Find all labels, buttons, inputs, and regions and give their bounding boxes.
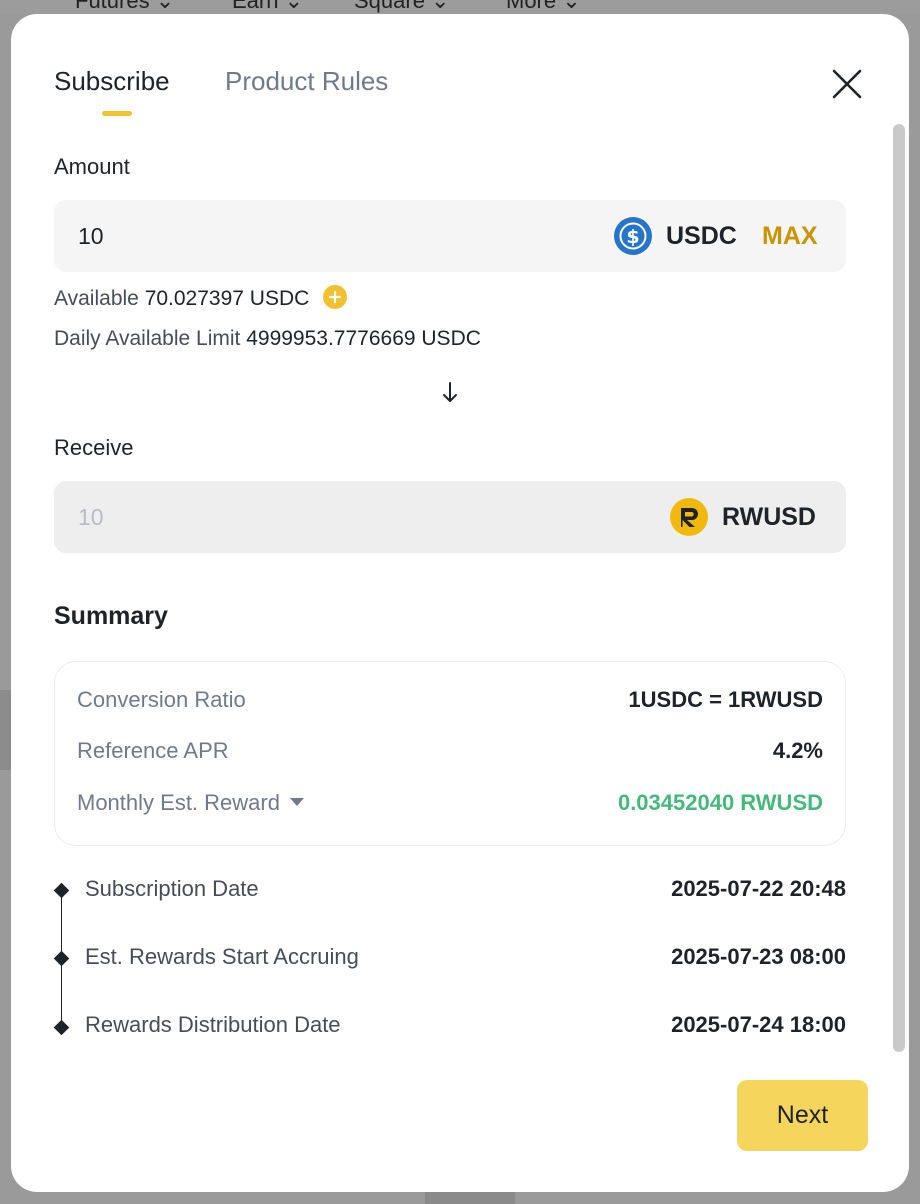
tab-product-rules[interactable]: Product Rules (225, 66, 388, 97)
usdc-coin-icon: $ (614, 217, 652, 255)
monthly-reward-label[interactable]: Monthly Est. Reward (77, 790, 304, 816)
subscription-date-value: 2025-07-22 20:48 (671, 876, 846, 901)
reference-apr-label: Reference APR (77, 738, 229, 763)
timeline-dot (53, 1019, 70, 1036)
summary-row-reward: Monthly Est. Reward 0.03452040 RWUSD (77, 790, 823, 820)
arrow-down-icon (443, 382, 457, 402)
distribution-date-label: Rewards Distribution Date (85, 1012, 341, 1037)
amount-coin-name: USDC (666, 222, 737, 250)
available-value: 70.027397 USDC (144, 287, 310, 310)
close-icon[interactable] (829, 66, 865, 102)
bg-nav-more: More ⌄ (506, 0, 581, 13)
available-label: Available (54, 287, 139, 310)
subscribe-modal: Subscribe Product Rules Amount $ USDC MA… (11, 14, 909, 1192)
caret-down-icon[interactable] (289, 798, 304, 807)
summary-title: Summary (54, 602, 168, 630)
background-nav: Futures ⌄ Earn ⌄ Square ⌄ More ⌄ (0, 0, 920, 14)
timeline-row-subscription: Subscription Date 2025-07-22 20:48 (85, 876, 846, 906)
distribution-date-value: 2025-07-24 18:00 (671, 1012, 846, 1037)
rewards-accruing-value: 2025-07-23 08:00 (671, 944, 846, 969)
amount-label: Amount (54, 154, 130, 179)
daily-limit-value: 4999953.7776669 USDC (246, 327, 481, 350)
svg-text:$: $ (626, 226, 639, 248)
amount-field: $ USDC MAX (54, 200, 846, 272)
summary-row-conversion: Conversion Ratio 1USDC = 1RWUSD (77, 687, 823, 717)
subscription-date-label: Subscription Date (85, 876, 259, 901)
summary-box: Conversion Ratio 1USDC = 1RWUSD Referenc… (54, 661, 846, 846)
monthly-reward-label-text: Monthly Est. Reward (77, 790, 280, 815)
receive-coin-name: RWUSD (722, 503, 816, 531)
timeline-dot (53, 882, 70, 899)
timeline-dot (53, 950, 70, 967)
receive-field: 10 RWUSD (54, 481, 846, 553)
timeline-row-distribution: Rewards Distribution Date 2025-07-24 18:… (85, 1012, 846, 1042)
available-balance: Available 70.027397 USDC (54, 285, 348, 311)
plus-icon[interactable] (323, 285, 348, 310)
rwusd-coin-icon (670, 498, 708, 536)
receive-label: Receive (54, 435, 134, 460)
daily-limit: Daily Available Limit 4999953.7776669 US… (54, 327, 481, 351)
amount-input[interactable] (78, 200, 478, 272)
conversion-ratio-label: Conversion Ratio (77, 687, 246, 712)
tab-subscribe[interactable]: Subscribe (54, 66, 170, 97)
timeline-row-accruing: Est. Rewards Start Accruing 2025-07-23 0… (85, 944, 846, 974)
bg-nav-futures: Futures ⌄ (75, 0, 175, 13)
reference-apr-value: 4.2% (772, 738, 823, 763)
receive-value: 10 (78, 504, 104, 530)
summary-row-apr: Reference APR 4.2% (77, 738, 823, 768)
conversion-ratio-value: 1USDC = 1RWUSD (628, 687, 823, 712)
max-button[interactable]: MAX (762, 200, 818, 272)
bg-nav-square: Square ⌄ (354, 0, 450, 13)
active-tab-indicator (102, 111, 132, 116)
next-button[interactable]: Next (737, 1080, 868, 1151)
bg-nav-earn: Earn ⌄ (232, 0, 304, 13)
background-bottom (425, 1192, 515, 1204)
modal-scrollbar[interactable] (893, 124, 905, 1052)
rewards-accruing-label: Est. Rewards Start Accruing (85, 944, 359, 969)
daily-limit-label: Daily Available Limit (54, 327, 241, 350)
monthly-reward-value: 0.03452040 RWUSD (617, 790, 823, 815)
